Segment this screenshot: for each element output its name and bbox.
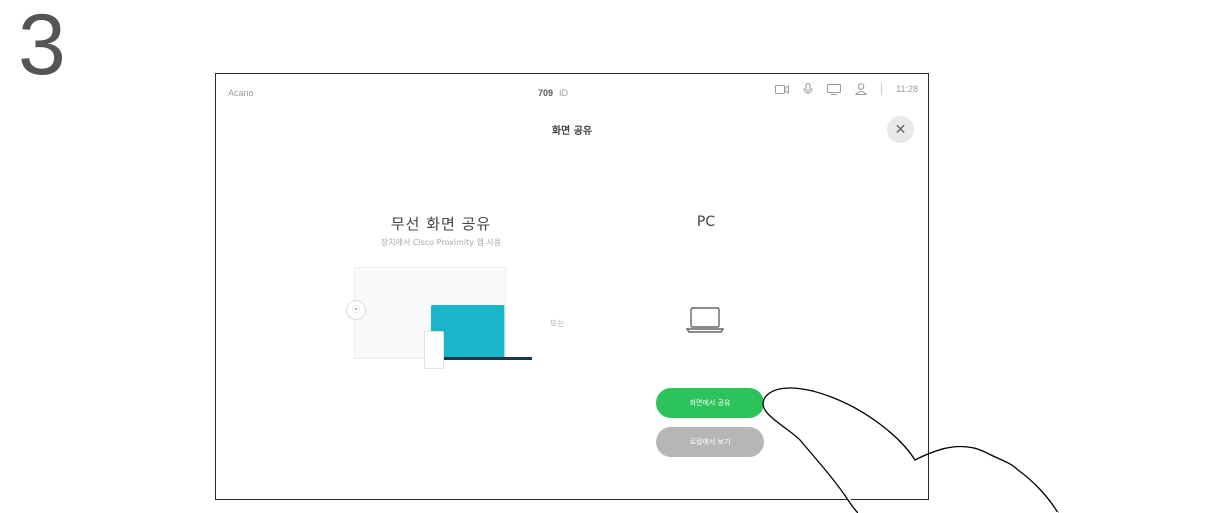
meeting-id-label: ID (559, 88, 569, 98)
meeting-id: 709 ID (538, 88, 568, 98)
clock: 11:28 (896, 84, 918, 94)
panel-title: 화면 공유 (551, 126, 593, 137)
close-button[interactable]: ✕ (887, 116, 914, 143)
status-separator (881, 83, 883, 95)
wireless-share-title: 무선 화면 공유 (390, 215, 492, 233)
or-label: 또는 (550, 319, 565, 328)
laptop-base (440, 357, 532, 360)
status-bar-title: Acano (228, 88, 254, 98)
contacts-icon[interactable] (855, 83, 868, 95)
preview-button[interactable]: 로컬에서 보기 (656, 427, 764, 457)
screen-icon[interactable] (827, 83, 842, 95)
touch-panel-screen: Acano 709 ID 11:28 화면 공유 ✕ 무선 화면 공유 장치에서 … (215, 73, 929, 500)
wireless-share-subtitle: 장치에서 Cisco Proximity 앱 사용 (380, 238, 502, 247)
proximity-icon: ⦿ (346, 300, 366, 320)
phone-icon (424, 331, 444, 369)
status-icons: 11:28 (775, 83, 918, 95)
meeting-id-number: 709 (538, 88, 554, 98)
laptop-hinge (504, 305, 505, 357)
step-number: 3 (18, 0, 66, 93)
mic-icon[interactable] (803, 83, 813, 95)
laptop-icon (685, 306, 725, 338)
status-bar: Acano 709 ID 11:28 (216, 74, 928, 110)
wireless-share-illustration: ⦿ (346, 267, 536, 369)
camera-icon[interactable] (775, 84, 790, 95)
pc-title: PC (696, 214, 716, 230)
share-button[interactable]: 화면에서 공유 (656, 388, 764, 418)
